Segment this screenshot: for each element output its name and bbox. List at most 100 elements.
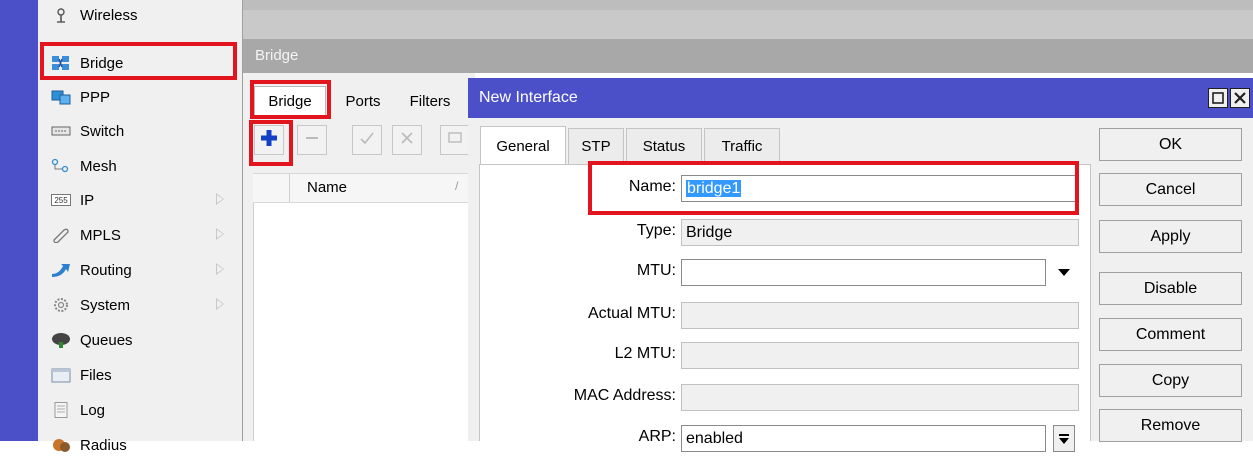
sidebar-item-label: Routing — [80, 261, 132, 279]
sidebar-item-switch[interactable]: Switch — [38, 114, 243, 148]
l2-mtu-label: L2 MTU: — [614, 345, 676, 362]
sidebar-item-label: IP — [80, 191, 95, 209]
wireless-icon — [51, 7, 71, 23]
ip-icon: 255 — [51, 192, 71, 208]
enable-button[interactable] — [352, 125, 382, 155]
check-icon — [359, 130, 375, 150]
sidebar-menu: Wireless Bridge PPP Switch Mesh 255 IP M… — [38, 0, 243, 454]
sidebar-item-routing[interactable]: Routing — [38, 253, 243, 287]
sidebar-item-label: Bridge — [80, 54, 124, 72]
actual-mtu-label: Actual MTU: — [587, 305, 676, 322]
window-top-area — [243, 0, 1253, 10]
sidebar-item-mpls[interactable]: MPLS — [38, 218, 243, 252]
tab-ports[interactable]: Ports — [332, 86, 394, 116]
submenu-arrow-icon — [216, 298, 224, 310]
dialog-titlebar[interactable]: New Interface — [468, 78, 1253, 118]
folder-icon — [51, 367, 71, 383]
sidebar-item-ppp[interactable]: PPP — [38, 80, 243, 114]
bridge-window-title: Bridge — [255, 47, 299, 64]
type-label: Type: — [636, 222, 676, 239]
bridge-window-titlebar[interactable]: Bridge — [243, 39, 1253, 73]
mtu-field[interactable] — [681, 259, 1046, 286]
mpls-icon — [51, 227, 71, 244]
add-button[interactable] — [254, 125, 284, 155]
window-top-area — [243, 10, 1253, 39]
remove-button[interactable]: Remove — [1099, 409, 1242, 442]
sidebar-item-files[interactable]: Files — [38, 358, 243, 392]
mac-address-field — [681, 384, 1079, 411]
dialog-title: New Interface — [479, 89, 578, 106]
tab-general[interactable]: General — [480, 126, 566, 166]
general-tab-panel: Name: bridge1 Type: Bridge MTU: Actual M… — [479, 164, 1091, 452]
cancel-button[interactable]: Cancel — [1099, 173, 1242, 206]
maximize-button[interactable] — [1208, 88, 1228, 108]
minus-icon — [304, 130, 320, 150]
plus-icon — [260, 129, 278, 151]
switch-icon — [51, 123, 71, 139]
sidebar-item-ip[interactable]: 255 IP — [38, 183, 243, 217]
remove-button[interactable] — [297, 125, 327, 155]
tab-filters[interactable]: Filters — [398, 86, 462, 116]
actual-mtu-field — [681, 302, 1079, 329]
close-button[interactable] — [1230, 88, 1250, 108]
mac-address-label: MAC Address: — [573, 387, 676, 404]
ppp-icon — [51, 89, 71, 105]
arp-dropdown-button[interactable] — [1053, 425, 1075, 452]
dropdown-arrow-icon[interactable] — [1058, 269, 1070, 276]
sidebar-item-label: Mesh — [80, 157, 117, 175]
sidebar-item-label: System — [80, 296, 131, 314]
tab-traffic[interactable]: Traffic — [704, 128, 780, 164]
tab-bridge[interactable]: Bridge — [254, 86, 326, 116]
column-header-name[interactable]: Name — [307, 179, 347, 196]
submenu-arrow-icon — [216, 193, 224, 205]
arp-select[interactable]: enabled — [681, 425, 1046, 452]
gear-icon — [51, 297, 71, 313]
queues-icon — [51, 332, 71, 348]
submenu-arrow-icon — [216, 228, 224, 240]
sidebar-item-system[interactable]: System — [38, 288, 243, 322]
sidebar-item-wireless[interactable]: Wireless — [38, 0, 243, 32]
radius-icon — [51, 437, 71, 453]
tab-stp[interactable]: STP — [568, 128, 624, 164]
sidebar-item-label: MPLS — [80, 226, 121, 244]
copy-button[interactable]: Copy — [1099, 364, 1242, 397]
mesh-icon — [51, 158, 71, 174]
tab-status[interactable]: Status — [626, 128, 702, 164]
close-icon — [1231, 92, 1249, 111]
column-divider — [289, 174, 290, 202]
comment-button[interactable]: Comment — [1099, 318, 1242, 351]
sort-icon: / — [455, 179, 459, 193]
x-icon — [399, 130, 415, 150]
sidebar-item-label: Files — [80, 366, 112, 384]
maximize-icon — [1209, 92, 1227, 111]
sidebar-item-mesh[interactable]: Mesh — [38, 149, 243, 183]
sidebar-item-label: PPP — [80, 88, 111, 106]
l2-mtu-field — [681, 342, 1079, 369]
new-interface-dialog: New Interface General STP Status Traffic… — [468, 78, 1253, 452]
disable-button[interactable]: Disable — [1099, 272, 1242, 305]
sidebar-item-bridge[interactable]: Bridge — [38, 46, 243, 80]
svg-text:255: 255 — [54, 196, 68, 205]
left-strip — [0, 0, 38, 441]
sidebar-item-label: Wireless — [80, 6, 138, 24]
sidebar-item-radius[interactable]: Radius — [38, 428, 243, 462]
mtu-label: MTU: — [636, 262, 676, 279]
comment-button[interactable] — [440, 125, 470, 155]
sidebar-item-label: Queues — [80, 331, 133, 349]
name-field[interactable]: bridge1 — [681, 175, 1079, 202]
log-icon — [51, 402, 71, 418]
bridge-list[interactable] — [253, 203, 475, 441]
list-header: Name / — [253, 173, 475, 203]
routing-icon — [51, 262, 71, 278]
sidebar-item-label: Radius — [80, 436, 127, 454]
type-field: Bridge — [681, 219, 1079, 246]
ok-button[interactable]: OK — [1099, 128, 1242, 161]
arp-label: ARP: — [638, 428, 676, 445]
disable-button[interactable] — [392, 125, 422, 155]
sidebar-item-queues[interactable]: Queues — [38, 323, 243, 357]
apply-button[interactable]: Apply — [1099, 220, 1242, 253]
name-label: Name: — [628, 178, 676, 195]
sidebar-item-label: Switch — [80, 122, 125, 140]
sidebar-item-log[interactable]: Log — [38, 393, 243, 427]
sidebar-item-label: Log — [80, 401, 106, 419]
